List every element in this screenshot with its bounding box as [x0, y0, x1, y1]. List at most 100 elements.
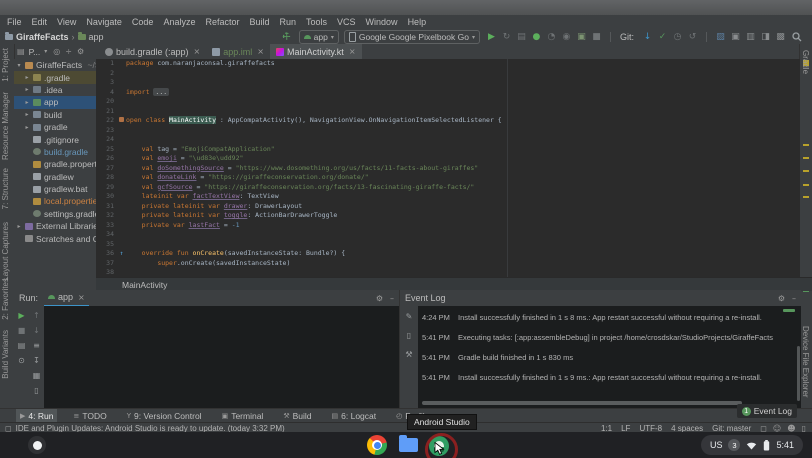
rerun-icon[interactable]: ▶ — [18, 311, 24, 320]
close-icon[interactable]: × — [349, 47, 356, 56]
sdk-manager-icon[interactable]: ◨ — [759, 31, 772, 44]
tree-item-gradlew[interactable]: gradlew — [14, 171, 96, 183]
chevron-right-icon[interactable]: ▸ — [24, 86, 30, 93]
menu-item-help[interactable]: Help — [403, 15, 432, 30]
trash-icon[interactable]: ▯ — [407, 331, 411, 340]
tree-item-giraffefacts[interactable]: ▾GiraffeFacts ~/S — [14, 59, 96, 71]
debug-icon[interactable]: ● — [530, 31, 543, 44]
tree-item-idea[interactable]: ▸.idea — [14, 84, 96, 96]
menu-item-analyze[interactable]: Analyze — [158, 15, 200, 30]
up-stack-trace-icon[interactable]: ↑ — [33, 311, 40, 320]
run-console[interactable] — [44, 306, 399, 408]
print-icon[interactable]: ▦ — [33, 371, 41, 380]
run-icon[interactable]: ▶ — [485, 31, 498, 44]
warning-mark[interactable] — [803, 196, 809, 198]
tree-item-scratches-and-co[interactable]: Scratches and Co — [14, 232, 96, 244]
pencil-icon[interactable]: ✎ — [406, 312, 413, 321]
git-rollback-icon[interactable]: ↺ — [686, 31, 699, 44]
collapse-all-icon[interactable]: ÷ — [65, 47, 72, 56]
event-log-content[interactable]: 4:24 PMInstall successfully finished in … — [418, 306, 801, 408]
warning-mark[interactable] — [803, 144, 809, 146]
close-icon[interactable]: × — [194, 47, 201, 56]
menu-item-tools[interactable]: Tools — [301, 15, 332, 30]
tree-item-gradle-propert[interactable]: gradle.propert — [14, 158, 96, 170]
project-views-icon[interactable]: ▤ — [17, 47, 25, 56]
stripe-button-7-structure[interactable]: 7: Structure — [1, 168, 10, 209]
chrome-icon[interactable] — [367, 435, 387, 455]
menu-item-file[interactable]: File — [2, 15, 27, 30]
menu-item-edit[interactable]: Edit — [27, 15, 53, 30]
tool-window-button-build[interactable]: ⚒Build — [279, 409, 315, 423]
tool-window-button-9-version-control[interactable]: Υ9: Version Control — [123, 409, 206, 423]
tree-item-app[interactable]: ▸app — [14, 96, 96, 108]
project-tree[interactable]: ▾GiraffeFacts ~/S▸.gradle▸.idea▸app▸buil… — [14, 59, 97, 290]
tree-item-local-propertie[interactable]: local.propertie — [14, 195, 96, 207]
close-icon[interactable]: × — [78, 293, 85, 302]
project-view-selector[interactable]: P... — [29, 47, 41, 57]
chevron-right-icon[interactable]: ▸ — [24, 124, 30, 131]
stop-icon[interactable]: ■ — [18, 326, 26, 335]
search-icon[interactable] — [792, 32, 802, 42]
tree-item-build-gradle[interactable]: build.gradle — [14, 146, 96, 158]
vertical-scrollbar[interactable] — [797, 346, 800, 401]
menu-item-window[interactable]: Window — [361, 15, 403, 30]
menu-item-build[interactable]: Build — [244, 15, 274, 30]
tree-item-gradle[interactable]: ▸gradle — [14, 121, 96, 133]
files-app-icon[interactable] — [399, 438, 418, 452]
chevron-right-icon[interactable]: ▸ — [24, 99, 30, 106]
tree-item-gitignore[interactable]: .gitignore — [14, 133, 96, 145]
editor-tab-app-iml[interactable]: app.iml× — [206, 44, 270, 59]
run-tab-app[interactable]: app × — [44, 290, 89, 307]
menu-item-vcs[interactable]: VCS — [332, 15, 361, 30]
stripe-button-resource-manager[interactable]: Resource Manager — [1, 92, 10, 160]
tree-item-gradle[interactable]: ▸.gradle — [14, 71, 96, 83]
menu-item-navigate[interactable]: Navigate — [81, 15, 127, 30]
chevron-right-icon[interactable]: ▸ — [24, 74, 30, 81]
launcher-button[interactable] — [28, 436, 46, 454]
menu-item-code[interactable]: Code — [127, 15, 159, 30]
menu-item-refactor[interactable]: Refactor — [200, 15, 244, 30]
code-editor[interactable]: 1package com.naranjaconsal.giraffefacts2… — [96, 59, 800, 277]
warning-mark[interactable] — [803, 184, 809, 186]
locate-file-icon[interactable]: ◎ — [53, 47, 60, 56]
editor-tab-mainactivity-kt[interactable]: MainActivity.kt× — [270, 44, 362, 59]
soft-wrap-icon[interactable]: ≡ — [33, 341, 40, 350]
tree-item-build[interactable]: ▸build — [14, 109, 96, 121]
device-select[interactable]: Google Google Pixelbook Go ▾ — [344, 30, 480, 44]
chevron-right-icon[interactable]: ▸ — [24, 111, 30, 118]
stripe-button-device-file-explorer[interactable]: Device File Explorer — [801, 326, 810, 398]
stripe-button-gradle[interactable]: Gradle — [801, 50, 810, 74]
minimize-icon[interactable]: – — [792, 294, 796, 303]
stop-icon[interactable]: ■ — [590, 31, 603, 44]
editor-tab-build-gradle-app[interactable]: build.gradle (:app)× — [99, 44, 206, 59]
profile-icon[interactable]: ◔ — [545, 31, 558, 44]
attach-profiler-icon[interactable]: ◉ — [560, 31, 573, 44]
scroll-to-end-icon[interactable]: ↧ — [33, 356, 40, 365]
breadcrumb-class[interactable]: MainActivity — [122, 280, 167, 290]
apply-code-changes-icon[interactable]: ▤ — [515, 31, 528, 44]
settings-gear-icon[interactable]: ⚙ — [77, 47, 84, 56]
breadcrumb-module[interactable]: app — [89, 32, 104, 42]
git-commit-icon[interactable]: ✓ — [656, 31, 669, 44]
tree-item-gradlew-bat[interactable]: gradlew.bat — [14, 183, 96, 195]
tool-window-button-6-logcat[interactable]: ▤6: Logcat — [328, 409, 381, 423]
wrench-icon[interactable]: ⚒ — [405, 350, 412, 359]
chevron-right-icon[interactable]: ▸ — [16, 223, 22, 230]
horizontal-scrollbar[interactable] — [422, 401, 742, 405]
stripe-button-build-variants[interactable]: Build Variants — [1, 330, 10, 379]
clear-all-icon[interactable]: ▯ — [34, 386, 38, 395]
attach-debugger-icon[interactable]: ▣ — [575, 31, 588, 44]
warning-mark[interactable] — [803, 157, 809, 159]
device-manager-icon[interactable]: ▣ — [729, 31, 742, 44]
warning-mark[interactable] — [803, 170, 809, 172]
gear-icon[interactable]: ⚙ — [778, 294, 785, 303]
sync-project-icon[interactable]: ▨ — [714, 31, 727, 44]
settings-box-icon[interactable]: ▩ — [774, 31, 787, 44]
stripe-button-1-project[interactable]: 1: Project — [1, 48, 10, 82]
event-log-button[interactable]: 1 Event Log — [737, 404, 797, 418]
avd-manager-icon[interactable]: ▥ — [744, 31, 757, 44]
git-update-icon[interactable]: ↓ — [641, 31, 654, 44]
stripe-button-layout-captures[interactable]: Layout Captures — [1, 222, 10, 281]
stripe-button-2-favorites[interactable]: 2: Favorites — [1, 278, 10, 320]
tool-window-button-todo[interactable]: ≡TODO — [69, 409, 110, 423]
